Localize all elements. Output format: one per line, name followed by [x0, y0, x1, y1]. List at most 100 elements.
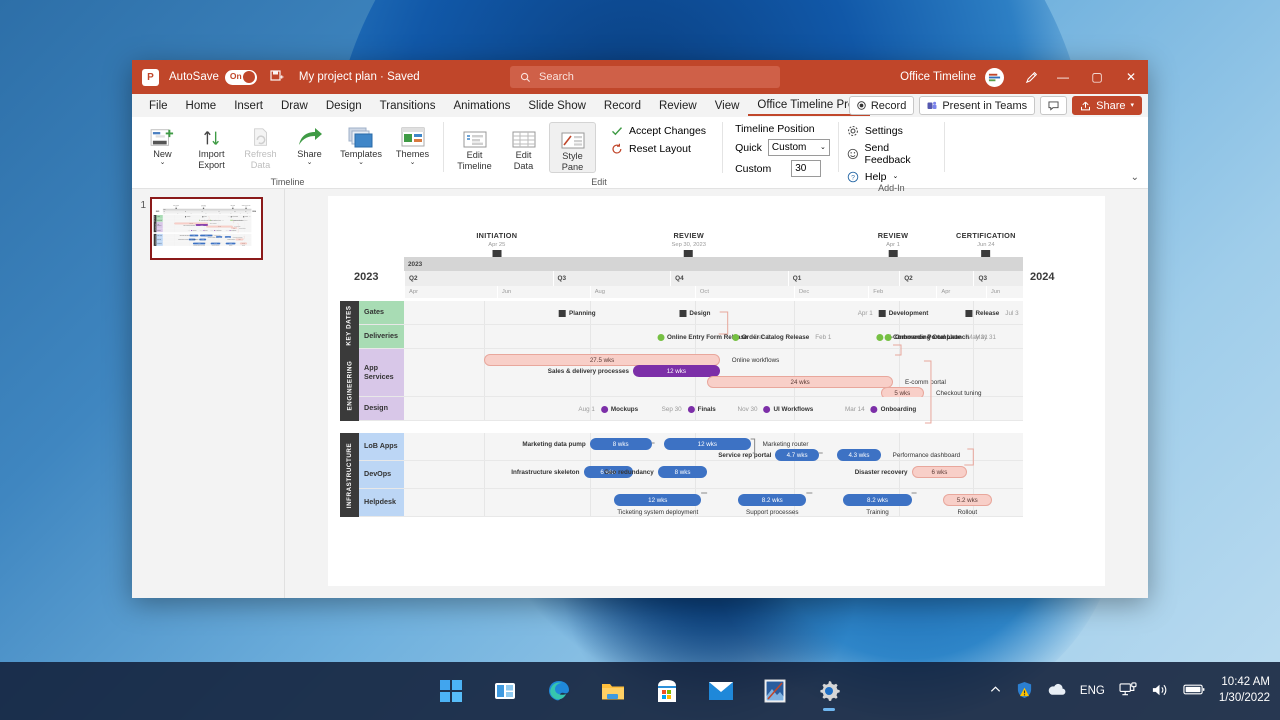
chevron-up-icon[interactable]: [989, 683, 1002, 699]
templates-button[interactable]: Templates ⌄: [335, 121, 387, 166]
timeline-bar[interactable]: 12 wks: [633, 365, 720, 377]
timeline-bar[interactable]: 24 wks: [707, 376, 893, 388]
tab-slide-show[interactable]: Slide Show: [519, 97, 595, 115]
reset-layout-button[interactable]: Reset Layout: [611, 143, 706, 155]
edge-icon[interactable]: [545, 677, 573, 705]
task-view-icon[interactable]: [491, 677, 519, 705]
new-button[interactable]: New ⌄: [139, 121, 186, 166]
timeline-milestone[interactable]: Aug 1 Mockups: [188, 229, 196, 232]
pen-icon[interactable]: [1016, 60, 1046, 94]
timeline-milestone[interactable]: Apr 1 Development: [858, 307, 928, 319]
timeline-milestone[interactable]: Nov 30 UI Workflows: [211, 229, 221, 232]
office-timeline-graphic[interactable]: INITIATION Apr 25 REVIEW Sep 30, 2023 RE…: [340, 231, 1070, 541]
timeline-bar[interactable]: 8 wks: [657, 466, 708, 478]
timeline-milestone[interactable]: Planning: [559, 307, 596, 319]
security-warning-icon[interactable]: [1016, 681, 1033, 702]
slide-canvas[interactable]: INITIATION Apr 25 REVIEW Sep 30, 2023 RE…: [328, 196, 1105, 586]
timeline-bar[interactable]: 4.3 wks: [837, 449, 881, 461]
network-icon[interactable]: [1119, 682, 1137, 700]
tab-home[interactable]: Home: [177, 97, 226, 115]
timeline-milestone[interactable]: Onboarding Complete May 31: [884, 331, 988, 343]
timeline-bar[interactable]: 6 wks: [235, 238, 244, 241]
tab-insert[interactable]: Insert: [225, 97, 272, 115]
timeline-bar[interactable]: 8.2 wks: [843, 494, 912, 506]
timeline-milestone[interactable]: Sep 30 Finals: [200, 229, 207, 232]
timeline-milestone[interactable]: Apr 1 Development: [228, 216, 238, 218]
photos-icon[interactable]: [761, 677, 789, 705]
timeline-milestone[interactable]: Mar 14 Onboarding: [226, 229, 236, 232]
record-button[interactable]: Record: [848, 96, 915, 115]
autosave-toggle[interactable]: On: [224, 69, 257, 85]
timeline-bar[interactable]: 8.2 wks: [738, 494, 807, 506]
timeline-bar[interactable]: 12 wks: [614, 494, 702, 506]
present-in-teams-button[interactable]: Present in Teams: [919, 96, 1036, 115]
onedrive-icon[interactable]: [1047, 683, 1066, 699]
mail-icon[interactable]: [707, 677, 735, 705]
top-milestone[interactable]: REVIEW Sep 30, 2023: [671, 231, 706, 259]
tab-animations[interactable]: Animations: [444, 97, 519, 115]
top-milestone[interactable]: CERTIFICATION Jun 24: [956, 231, 1016, 259]
comments-button[interactable]: [1040, 96, 1068, 115]
minimize-button[interactable]: —: [1046, 60, 1080, 94]
save-icon[interactable]: [269, 69, 285, 85]
timeline-milestone[interactable]: Planning: [185, 216, 190, 218]
language-indicator[interactable]: ENG: [1080, 685, 1105, 697]
close-button[interactable]: ✕: [1114, 60, 1148, 94]
timeline-milestone[interactable]: Nov 30 UI Workflows: [738, 403, 813, 415]
office-timeline-avatar[interactable]: [985, 67, 1004, 87]
settings-icon[interactable]: [815, 677, 843, 711]
office-timeline-graphic[interactable]: INITIATION Apr 25 REVIEW Sep 30, 2023 RE…: [153, 205, 258, 249]
battery-icon[interactable]: [1183, 683, 1205, 699]
import-export-button[interactable]: Import Export: [188, 121, 235, 170]
timeline-bar[interactable]: 24 wks: [206, 225, 233, 228]
timeline-bar[interactable]: 8 wks: [589, 438, 652, 450]
restore-button[interactable]: ▢: [1080, 60, 1114, 94]
volume-icon[interactable]: [1151, 682, 1169, 701]
timeline-bar[interactable]: 4.7 wks: [775, 449, 819, 461]
quick-select[interactable]: Custom ⌄: [767, 139, 830, 156]
file-explorer-icon[interactable]: [599, 677, 627, 705]
tab-review[interactable]: Review: [650, 97, 706, 115]
timeline-bar[interactable]: 6 wks: [911, 466, 968, 478]
share-timeline-button[interactable]: Share ⌄: [286, 121, 333, 166]
tab-draw[interactable]: Draw: [272, 97, 317, 115]
slide-canvas[interactable]: INITIATION Apr 25 REVIEW Sep 30, 2023 RE…: [152, 200, 261, 256]
help-button[interactable]: ? Help ⌄: [847, 171, 936, 183]
share-button[interactable]: Share ▾: [1072, 96, 1142, 115]
custom-input[interactable]: 30: [791, 160, 822, 177]
clock[interactable]: 10:42 AM 1/30/2022: [1219, 675, 1270, 706]
timeline-milestone[interactable]: Order Catalog Release Feb 1: [209, 219, 224, 221]
top-milestone[interactable]: REVIEW Apr 1: [878, 231, 909, 259]
top-milestone[interactable]: INITIATION Apr 25: [476, 231, 517, 259]
timeline-milestone[interactable]: Onboarding Complete May 31: [231, 219, 246, 221]
timeline-milestone[interactable]: Sep 30 Finals: [662, 403, 716, 415]
send-feedback-button[interactable]: Send Feedback: [847, 142, 936, 166]
timeline-bar[interactable]: 8 wks: [199, 238, 207, 241]
settings-button[interactable]: Settings: [847, 125, 936, 137]
timeline-milestone[interactable]: Design: [679, 307, 710, 319]
search-input[interactable]: Search: [510, 66, 780, 88]
timeline-milestone[interactable]: Release Jul 3: [243, 216, 251, 218]
timeline-bar[interactable]: 8 wks: [189, 234, 199, 237]
timeline-milestone[interactable]: Design: [202, 216, 207, 218]
edit-data-button[interactable]: Edit Data: [500, 122, 547, 171]
tab-file[interactable]: File: [140, 97, 177, 115]
timeline-milestone[interactable]: Aug 1 Mockups: [578, 403, 638, 415]
edit-timeline-button[interactable]: Edit Timeline: [451, 122, 498, 171]
document-title[interactable]: My project plan · Saved: [299, 71, 420, 83]
microsoft-store-icon[interactable]: [653, 677, 681, 705]
tab-record[interactable]: Record: [595, 97, 650, 115]
timeline-milestone[interactable]: Release Jul 3: [965, 307, 1019, 319]
timeline-milestone[interactable]: Order Catalog Release Feb 1: [731, 331, 831, 343]
tab-transitions[interactable]: Transitions: [371, 97, 445, 115]
accept-changes-button[interactable]: Accept Changes: [611, 125, 706, 137]
timeline-milestone[interactable]: Mar 14 Onboarding: [845, 403, 916, 415]
start-icon[interactable]: [437, 677, 465, 705]
timeline-bar[interactable]: 5.2 wks: [942, 494, 993, 506]
collapse-ribbon-button[interactable]: ⌄: [1131, 172, 1139, 183]
themes-button[interactable]: Themes ⌄: [389, 121, 436, 166]
slide-thumbnail-1[interactable]: INITIATION Apr 25 REVIEW Sep 30, 2023 RE…: [150, 197, 263, 260]
style-pane-button[interactable]: Style Pane: [549, 122, 596, 174]
tab-design[interactable]: Design: [317, 97, 371, 115]
tab-view[interactable]: View: [706, 97, 749, 115]
